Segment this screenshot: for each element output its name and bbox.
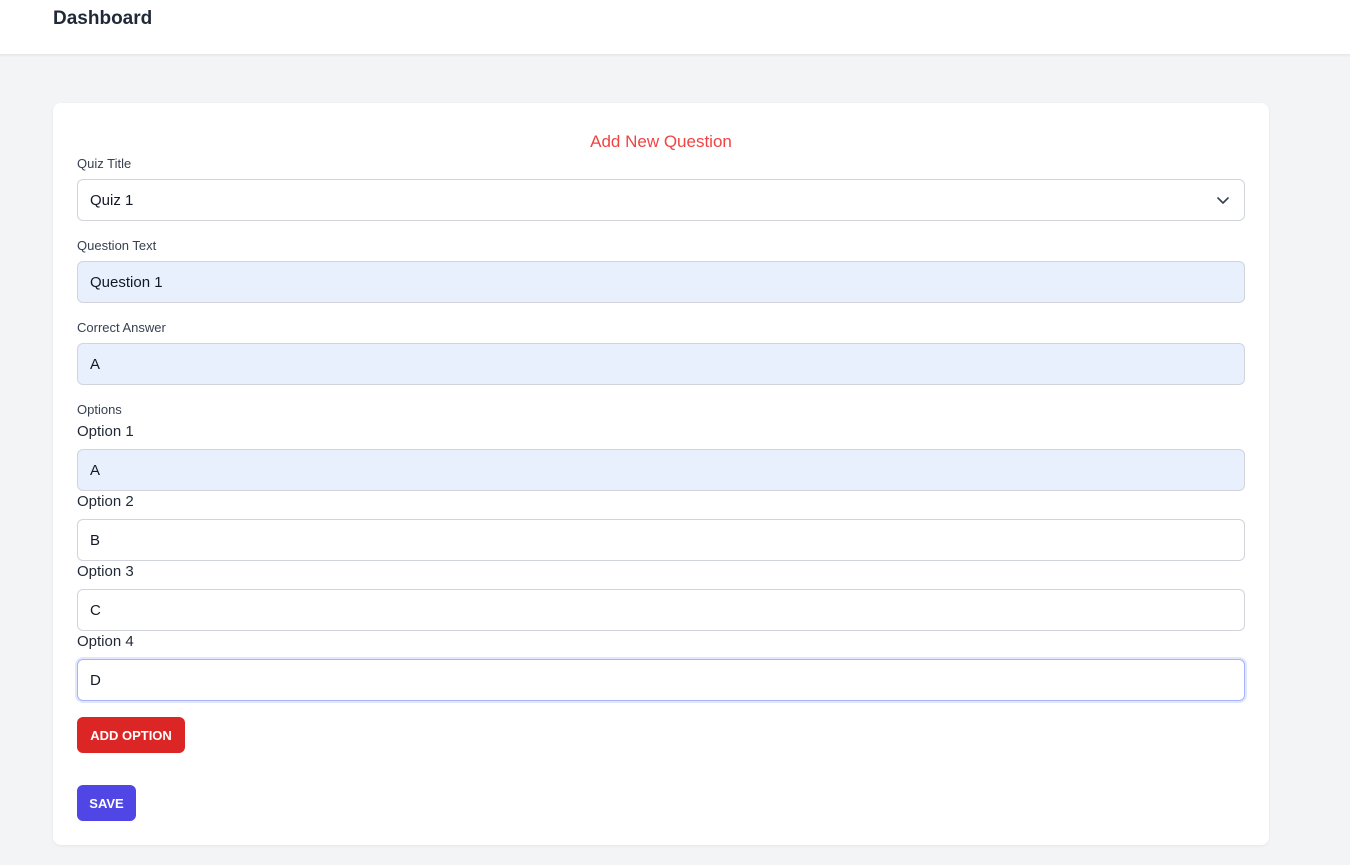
option-2-label: Option 2 [77, 493, 134, 510]
option-4-label: Option 4 [77, 633, 134, 650]
question-text-input[interactable]: Question 1 [77, 261, 1245, 303]
quiz-title-label: Quiz Title [77, 156, 132, 171]
add-question-form: Add New Question Quiz Title Quiz 1 Quest… [53, 103, 1269, 845]
save-button[interactable]: SAVE [77, 785, 136, 821]
quiz-title-select[interactable]: Quiz 1 [77, 179, 1245, 221]
quiz-title-value: Quiz 1 [90, 191, 134, 209]
option-2-input[interactable]: B [77, 519, 1245, 561]
option-3-label: Option 3 [77, 563, 134, 580]
correct-answer-label: Correct Answer [77, 320, 166, 335]
option-4-value: D [90, 671, 101, 689]
question-text-value: Question 1 [90, 273, 163, 291]
chevron-down-icon [1217, 197, 1229, 204]
option-4-input[interactable]: D [77, 659, 1245, 701]
option-1-label: Option 1 [77, 423, 134, 440]
option-1-value: A [90, 461, 101, 479]
top-bar: Dashboard [0, 0, 1350, 55]
correct-answer-value: A [90, 355, 101, 373]
option-1-input[interactable]: A [77, 449, 1245, 491]
option-3-input[interactable]: C [77, 589, 1245, 631]
add-option-button[interactable]: ADD OPTION [77, 717, 185, 753]
correct-answer-input[interactable]: A [77, 343, 1245, 385]
option-3-value: C [90, 601, 101, 619]
question-text-label: Question Text [77, 238, 157, 253]
option-2-value: B [90, 531, 101, 549]
page-title: Dashboard [53, 8, 153, 29]
options-label: Options [77, 402, 122, 417]
form-heading: Add New Question [590, 132, 732, 151]
